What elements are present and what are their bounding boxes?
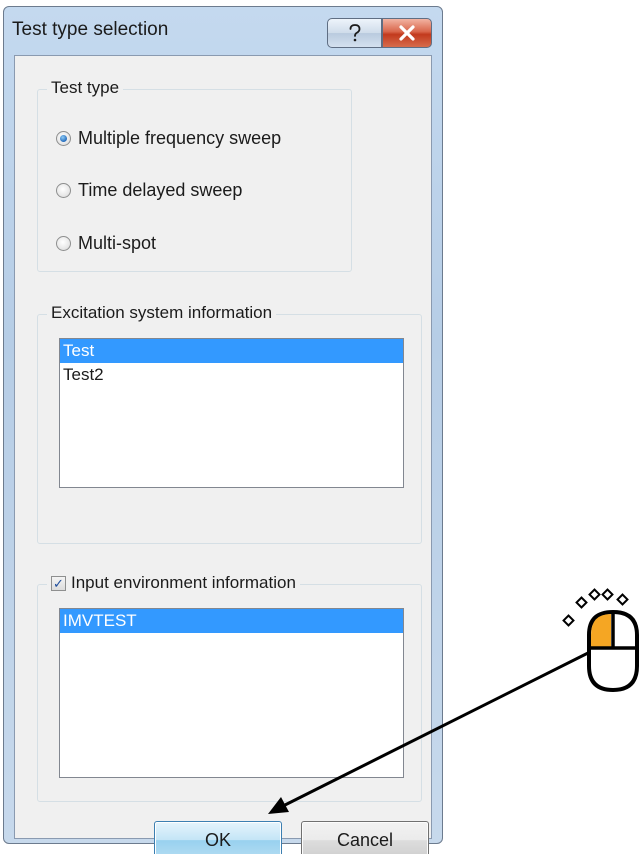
test-type-legend: Test type [47, 78, 124, 98]
input-environment-legend: ✓ Input environment information [47, 573, 300, 593]
radio-multiple-frequency-sweep[interactable]: Multiple frequency sweep [56, 128, 281, 149]
input-environment-checkbox[interactable]: ✓ [51, 575, 66, 591]
close-button[interactable] [382, 18, 432, 48]
dialog-client-area: Test type Multiple frequency sweep Time … [14, 55, 432, 854]
radio-selected-icon [56, 131, 71, 146]
radio-label: Time delayed sweep [78, 180, 243, 200]
input-environment-label: Input environment information [71, 573, 296, 592]
cancel-button[interactable]: Cancel [301, 821, 429, 854]
close-x-icon [399, 25, 415, 41]
help-button[interactable] [327, 18, 382, 48]
question-mark-icon [349, 24, 360, 42]
list-item[interactable]: Test2 [60, 363, 403, 387]
excitation-system-legend: Excitation system information [47, 303, 277, 323]
dialog-title: Test type selection [12, 19, 169, 40]
input-environment-group: ✓ Input environment information IMVTEST [37, 573, 422, 802]
input-environment-list[interactable]: IMVTEST [59, 608, 404, 778]
ok-button[interactable]: OK [154, 821, 282, 854]
radio-unselected-icon [56, 236, 71, 251]
list-item[interactable]: Test [60, 339, 403, 363]
radio-time-delayed-sweep[interactable]: Time delayed sweep [56, 180, 242, 201]
list-item[interactable]: IMVTEST [60, 609, 403, 633]
radio-multi-spot[interactable]: Multi-spot [56, 233, 156, 254]
excitation-system-group: Excitation system information Test Test2 [37, 303, 422, 544]
radio-label: Multi-spot [78, 233, 157, 253]
test-type-dialog: Test type selection Test type Multiple f… [3, 6, 443, 854]
test-type-group: Test type Multiple frequency sweep Time … [37, 78, 352, 272]
radio-unselected-icon [56, 183, 71, 198]
title-bar[interactable]: Test type selection [4, 7, 442, 55]
radio-label: Multiple frequency sweep [78, 128, 282, 148]
excitation-system-list[interactable]: Test Test2 [59, 338, 404, 488]
mouse-left-click-icon [562, 588, 639, 693]
screen: Test type selection Test type Multiple f… [0, 0, 641, 854]
